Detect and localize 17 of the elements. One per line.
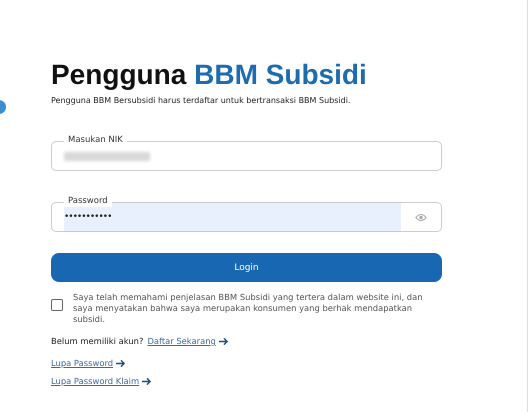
agreement-checkbox[interactable] xyxy=(51,299,63,311)
register-link[interactable]: Daftar Sekarang xyxy=(147,336,229,346)
page-title: Pengguna BBM Subsidi xyxy=(51,58,368,92)
field-label: Password xyxy=(64,195,112,207)
arrow-icon xyxy=(115,358,126,368)
eye-icon[interactable] xyxy=(415,212,427,222)
login-button[interactable]: Login xyxy=(51,253,442,282)
password-field[interactable]: ••••••••••• xyxy=(51,202,442,232)
password-value: ••••••••••• xyxy=(64,212,112,222)
subtitle: Pengguna BBM Bersubsidi harus terdaftar untuk bertransaksi BBM Subsidi. xyxy=(51,96,352,105)
register-prompt: Belum memiliki akun? xyxy=(51,336,144,346)
agreement-text: Saya telah memahami penjelasan BBM Subsidi yang tertera dalam website ini, dan saya menyatakan bahwa saya merupakan konsumen yang berhak mendapatkan subsidi. xyxy=(73,292,424,325)
forgot-password-link[interactable]: Lupa Password Klaim xyxy=(51,376,152,386)
nik-field[interactable] xyxy=(51,141,442,171)
arrow-icon xyxy=(218,336,229,346)
arrow-icon xyxy=(141,376,152,386)
forgot-password-link[interactable]: Lupa Password xyxy=(51,358,126,368)
